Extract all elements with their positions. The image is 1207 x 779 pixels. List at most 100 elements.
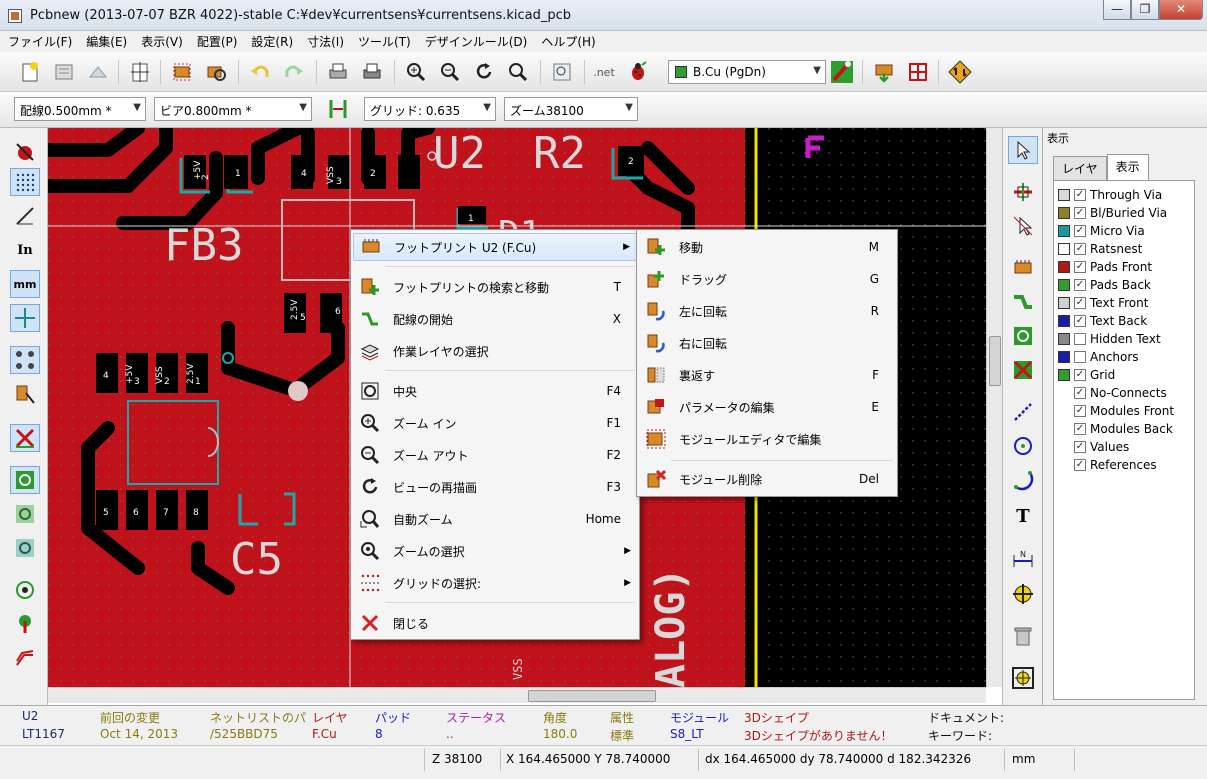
menu-preferences[interactable]: 設定(R) [251,33,293,50]
checkbox[interactable]: ✓ [1074,315,1086,327]
select-arrow-icon[interactable] [1008,136,1038,164]
drc-off-icon[interactable] [10,138,40,166]
zoom-in-icon[interactable] [402,58,430,86]
submenu-item-rotate-right[interactable]: 右に回転 [639,329,895,357]
zoom-out-icon[interactable] [436,58,464,86]
render-item-ratsnest[interactable]: ✓ Ratsnest [1058,240,1142,258]
checkbox[interactable]: ✓ [1074,189,1086,201]
menu-view[interactable]: 表示(V) [141,33,183,50]
grid-select[interactable]: グリッド: 0.635 ▼ [364,97,496,121]
netlist-icon[interactable]: .net [590,58,618,86]
drc-bug-icon[interactable] [624,58,652,86]
checkbox[interactable]: ✓ [1074,225,1086,237]
color-swatch[interactable] [1058,189,1070,201]
tab-render[interactable]: 表示 [1106,154,1149,180]
submenu-item-flip[interactable]: 裏返す F [639,361,895,389]
module-editor-icon[interactable] [168,58,196,86]
submenu-item-drag[interactable]: ドラッグ G [639,265,895,293]
track-sketch-icon[interactable] [10,644,40,672]
pad-sketch-icon[interactable] [10,576,40,604]
inches-units-icon[interactable]: In [10,236,40,264]
add-keepout-icon[interactable] [1008,356,1038,384]
render-item-micro-via[interactable]: ✓ Micro Via [1058,222,1145,240]
cursor-shape-icon[interactable] [10,304,40,332]
render-item-modules-back[interactable]: ✓ Modules Back [1074,420,1173,438]
color-swatch[interactable] [1058,369,1070,381]
checkbox[interactable]: ✓ [1074,459,1086,471]
menu-design-rules[interactable]: デザインルール(D) [425,33,528,50]
redo-icon[interactable] [280,58,308,86]
new-board-icon[interactable] [16,58,44,86]
checkbox[interactable]: ✓ [1074,207,1086,219]
track-width-select[interactable]: 配線0.500mm * ▼ [14,97,146,121]
menu-item-center[interactable]: 中央 F4 [353,377,637,405]
tab-layers[interactable]: レイヤ [1053,156,1107,182]
render-item-anchors[interactable]: Anchors [1058,348,1139,366]
horizontal-scrollbar[interactable] [48,687,986,703]
mm-units-icon[interactable]: mm [10,270,40,298]
horizontal-scroll-thumb[interactable] [528,690,656,702]
menu-item-zoom-auto[interactable]: 自動ズーム Home [353,505,637,533]
menu-item-select-grid[interactable]: グリッドの選択: ▶ [353,569,637,597]
redraw-icon[interactable] [470,58,498,86]
render-item-text-front[interactable]: ✓ Text Front [1058,294,1148,312]
checkbox[interactable]: ✓ [1074,369,1086,381]
color-swatch[interactable] [1058,261,1070,273]
set-origin-icon[interactable] [1008,664,1038,692]
checkbox[interactable]: ✓ [1074,405,1086,417]
add-text-icon[interactable]: T [1008,502,1038,530]
add-dimension-icon[interactable]: N [1008,544,1038,572]
render-item-no-connects[interactable]: ✓ No-Connects [1074,384,1167,402]
menu-help[interactable]: ヘルプ(H) [541,33,595,50]
render-item-pads-back[interactable]: ✓ Pads Back [1058,276,1151,294]
color-swatch[interactable] [1058,351,1070,363]
auto-track-width-icon[interactable] [324,95,352,123]
submenu-item-module-editor[interactable]: モジュールエディタで編集 [639,425,895,453]
submenu-item-delete-module[interactable]: モジュール削除 Del [639,465,895,493]
find-icon[interactable] [548,58,576,86]
menu-item-select-zoom[interactable]: ズームの選択 ▶ [353,537,637,565]
module-viewer-icon[interactable] [202,58,230,86]
zone-filled-icon[interactable] [10,466,40,494]
menu-file[interactable]: ファイル(F) [8,33,72,50]
checkbox[interactable]: ✓ [1074,243,1086,255]
menu-item-select-layer[interactable]: 作業レイヤの選択 [353,337,637,365]
microwave-tool-icon[interactable] [946,58,974,86]
menu-item-begin-track[interactable]: 配線の開始 X [353,305,637,333]
color-swatch[interactable] [1058,243,1070,255]
add-target-icon[interactable] [1008,580,1038,608]
vertical-scrollbar[interactable] [986,128,1002,687]
color-swatch[interactable] [1058,207,1070,219]
polar-coords-icon[interactable] [10,202,40,230]
render-item-hidden-text[interactable]: Hidden Text [1058,330,1161,348]
render-item-pads-front[interactable]: ✓ Pads Front [1058,258,1152,276]
restore-button[interactable]: ❐ [1131,0,1159,20]
checkbox[interactable]: ✓ [1074,387,1086,399]
add-track-icon[interactable] [1008,288,1038,316]
menu-dimensions[interactable]: 寸法(I) [307,33,344,50]
checkbox[interactable]: ✓ [1074,279,1086,291]
zones-off-icon[interactable] [10,424,40,452]
color-swatch[interactable] [1058,279,1070,291]
page-settings-icon[interactable] [126,58,154,86]
checkbox[interactable]: ✓ [1074,423,1086,435]
menu-tools[interactable]: ツール(T) [358,33,411,50]
menu-item-footprint-u2[interactable]: フットプリント U2 (F.Cu) ▶ [353,233,637,261]
minimize-button[interactable]: — [1103,0,1131,20]
checkbox[interactable] [1074,333,1086,345]
delete-trash-icon[interactable] [1008,622,1038,650]
menu-item-close[interactable]: 閉じる [353,609,637,637]
close-window-button[interactable]: ✕ [1159,0,1203,20]
color-swatch[interactable] [1058,297,1070,309]
submenu-item-edit-params[interactable]: パラメータの編集 E [639,393,895,421]
render-item-modules-front[interactable]: ✓ Modules Front [1074,402,1174,420]
checkbox[interactable]: ✓ [1074,297,1086,309]
add-zone-icon[interactable] [1008,322,1038,350]
color-swatch[interactable] [1058,225,1070,237]
zoom-select[interactable]: ズーム38100 ▼ [504,97,638,121]
autoroute-icon[interactable] [904,58,932,86]
plot-icon[interactable] [358,58,386,86]
menu-place[interactable]: 配置(P) [197,33,238,50]
menu-edit[interactable]: 編集(E) [86,33,127,50]
via-sketch-icon[interactable] [10,610,40,638]
